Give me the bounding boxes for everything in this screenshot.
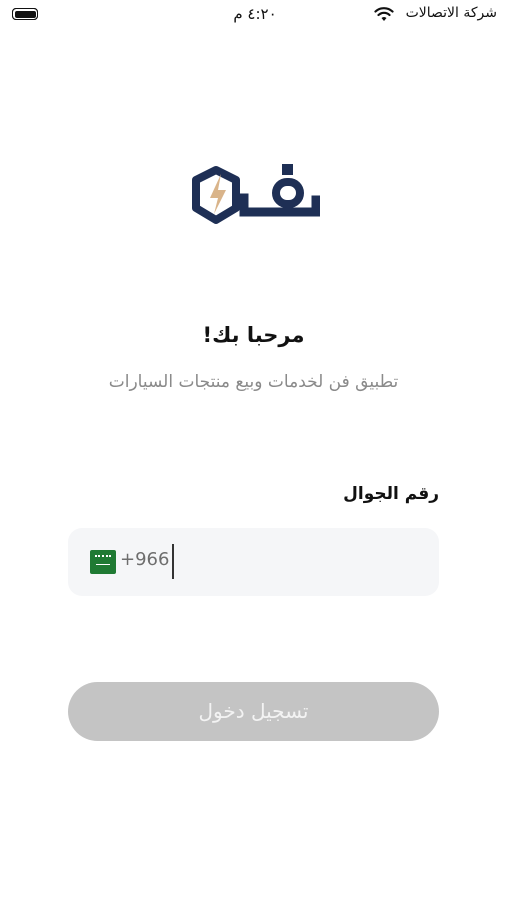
app-logo xyxy=(192,164,320,224)
status-bar: ٤:٢٠ م شركة الاتصالات xyxy=(0,0,507,32)
login-button[interactable]: تسجيل دخول xyxy=(68,682,439,741)
saudi-flag-icon xyxy=(90,550,116,574)
welcome-title: مرحبا بك! xyxy=(202,323,305,347)
carrier-name: شركة الاتصالات xyxy=(405,5,497,21)
phone-input[interactable]: +966 xyxy=(68,528,439,596)
text-caret xyxy=(172,544,174,579)
welcome-subtitle: تطبيق فن لخدمات وبيع منتجات السيارات xyxy=(108,372,399,392)
country-code[interactable]: +966 xyxy=(120,549,169,570)
wifi-icon xyxy=(374,7,394,21)
phone-label: رقم الجوال xyxy=(343,484,439,504)
status-time: ٤:٢٠ م xyxy=(233,5,277,23)
battery-nub xyxy=(12,8,38,20)
